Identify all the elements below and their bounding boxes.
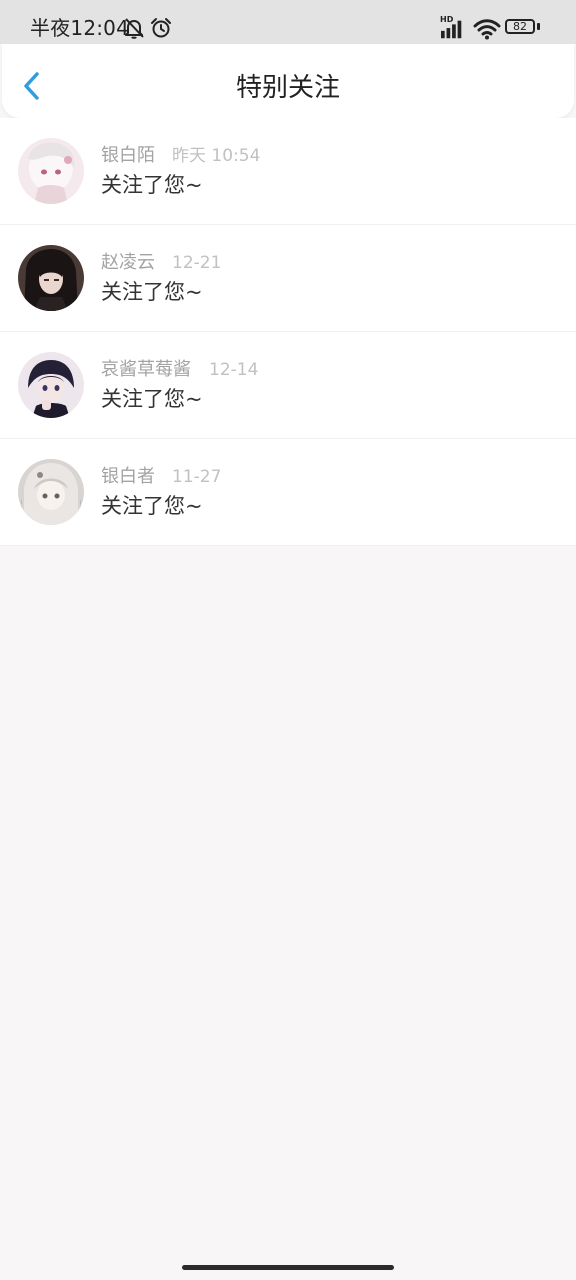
- item-time: 12-21: [172, 253, 222, 273]
- header: 特别关注: [2, 44, 574, 118]
- avatar[interactable]: [18, 245, 84, 311]
- item-time: 11-27: [172, 467, 222, 487]
- list-item[interactable]: 银白陌 昨天 10:54 关注了您~: [0, 118, 576, 225]
- list-item[interactable]: 赵凌云 12-21 关注了您~: [0, 225, 576, 332]
- item-message: 关注了您~: [101, 494, 203, 518]
- notification-list: 银白陌 昨天 10:54 关注了您~ 赵凌云 12-21 关注了您~ 哀酱草莓酱…: [0, 118, 576, 546]
- item-name: 哀酱草莓酱: [101, 359, 191, 380]
- item-message: 关注了您~: [101, 280, 203, 304]
- chevron-left-icon: [24, 72, 39, 100]
- avatar[interactable]: [18, 352, 84, 418]
- item-name: 银白陌: [101, 145, 155, 166]
- list-item[interactable]: 哀酱草莓酱 12-14 关注了您~: [0, 332, 576, 439]
- list-item[interactable]: 银白者 11-27 关注了您~: [0, 439, 576, 546]
- avatar[interactable]: [18, 138, 84, 204]
- item-name: 银白者: [101, 466, 155, 487]
- item-name: 赵凌云: [101, 252, 155, 273]
- item-time: 昨天 10:54: [172, 146, 261, 166]
- home-indicator[interactable]: [182, 1265, 394, 1270]
- avatar[interactable]: [18, 459, 84, 525]
- item-time: 12-14: [209, 360, 259, 380]
- item-message: 关注了您~: [101, 173, 203, 197]
- item-message: 关注了您~: [101, 387, 203, 411]
- back-button[interactable]: [12, 66, 52, 106]
- page-title-text: 特别关注: [235, 73, 340, 103]
